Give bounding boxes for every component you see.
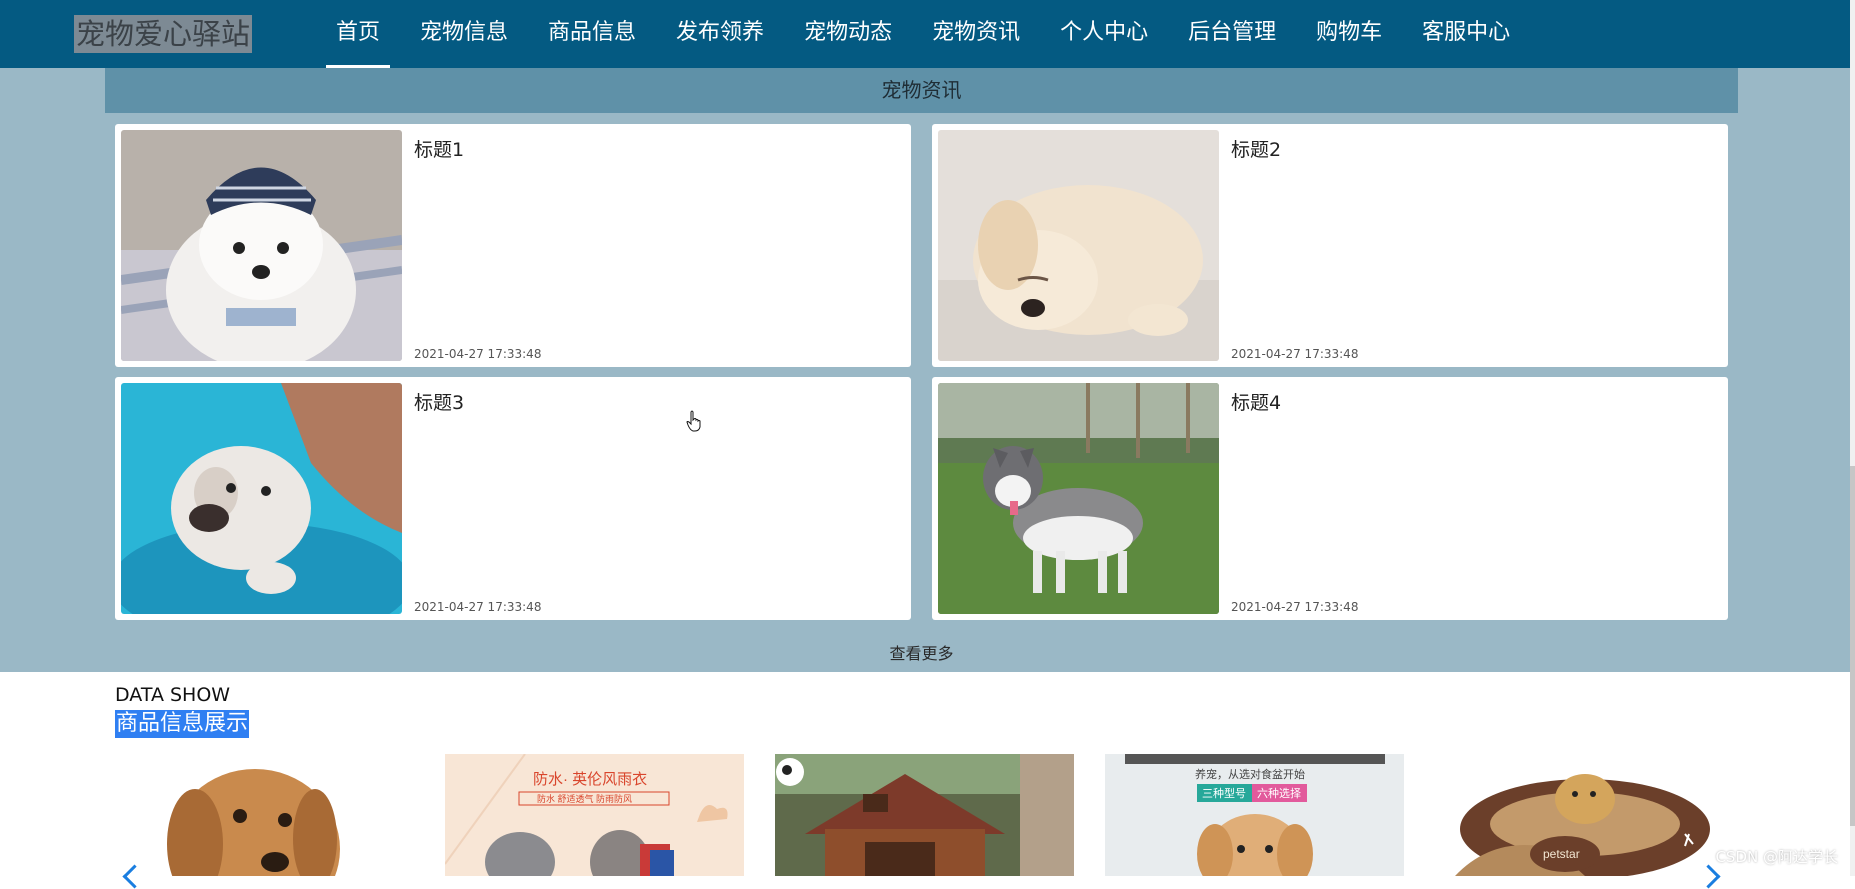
food-ad-tag-2: 六种选择 bbox=[1257, 786, 1301, 800]
site-logo[interactable]: 宠物爱心驿站 bbox=[74, 15, 253, 53]
data-show-heading: DATA SHOW bbox=[115, 684, 231, 706]
news-title[interactable]: 标题3 bbox=[414, 388, 464, 415]
husky-image bbox=[938, 383, 1219, 614]
puppy-in-basin-image bbox=[121, 383, 402, 614]
news-title[interactable]: 标题1 bbox=[414, 135, 464, 162]
news-thumbnail[interactable] bbox=[121, 383, 402, 614]
product-card[interactable]: petstar bbox=[1435, 754, 1735, 876]
news-date: 2021-04-27 17:33:48 bbox=[414, 347, 542, 361]
top-navbar: 宠物爱心驿站 首页 宠物信息 商品信息 发布领养 宠物动态 宠物资讯 个人中心 … bbox=[0, 0, 1855, 68]
product-showcase-heading: 商品信息展示 bbox=[115, 710, 250, 738]
product-card[interactable]: 养宠，从选对食盆开始 三种型号 六种选择 bbox=[1105, 754, 1404, 876]
product-card[interactable] bbox=[115, 754, 414, 876]
nav-item-cart[interactable]: 购物车 bbox=[1306, 0, 1392, 68]
hand-cursor-icon bbox=[686, 410, 701, 432]
nav-item-admin[interactable]: 后台管理 bbox=[1178, 0, 1286, 68]
news-date: 2021-04-27 17:33:48 bbox=[1231, 600, 1359, 614]
news-card[interactable]: 标题2 2021-04-27 17:33:48 bbox=[932, 124, 1728, 367]
news-title[interactable]: 标题2 bbox=[1231, 135, 1281, 162]
section-title: 宠物资讯 bbox=[105, 68, 1738, 113]
nav-item-personal-center[interactable]: 个人中心 bbox=[1050, 0, 1158, 68]
news-date: 2021-04-27 17:33:48 bbox=[1231, 347, 1359, 361]
nav-item-home[interactable]: 首页 bbox=[326, 0, 391, 68]
news-card[interactable]: 标题3 2021-04-27 17:33:48 bbox=[115, 377, 911, 620]
news-thumbnail[interactable] bbox=[121, 130, 402, 361]
nav-item-product-info[interactable]: 商品信息 bbox=[538, 0, 646, 68]
pet-news-section: 宠物资讯 标题1 2021-04-27 17:33:48 标题2 2021-04… bbox=[0, 68, 1850, 672]
news-date: 2021-04-27 17:33:48 bbox=[414, 600, 542, 614]
nav-item-pet-updates[interactable]: 宠物动态 bbox=[794, 0, 902, 68]
nav-item-publish-adoption[interactable]: 发布领养 bbox=[666, 0, 774, 68]
product-card[interactable]: 防水· 英伦风雨衣 防水 舒适透气 防雨防风 bbox=[445, 754, 744, 876]
watermark: CSDN @阿达学长 bbox=[1715, 848, 1838, 866]
news-title[interactable]: 标题4 bbox=[1231, 388, 1281, 415]
news-thumbnail[interactable] bbox=[938, 130, 1219, 361]
raincoat-ad-subtext: 防水 舒适透气 防雨防风 bbox=[537, 793, 632, 804]
product-card[interactable] bbox=[775, 754, 1074, 876]
news-thumbnail[interactable] bbox=[938, 383, 1219, 614]
dog-food-ad-image: 养宠，从选对食盆开始 三种型号 六种选择 bbox=[1105, 754, 1404, 876]
beagle-puppy-image bbox=[115, 754, 414, 876]
scrollbar-thumb[interactable] bbox=[1850, 466, 1855, 826]
main-nav: 首页 宠物信息 商品信息 发布领养 宠物动态 宠物资讯 个人中心 后台管理 购物… bbox=[326, 0, 1540, 68]
dog-raincoat-ad-image: 防水· 英伦风雨衣 防水 舒适透气 防雨防风 bbox=[445, 754, 744, 876]
sleeping-puppy-image bbox=[938, 130, 1219, 361]
nav-item-customer-service[interactable]: 客服中心 bbox=[1412, 0, 1520, 68]
dog-bed-brand-text: petstar bbox=[1543, 847, 1580, 861]
food-ad-text: 养宠，从选对食盆开始 bbox=[1195, 767, 1305, 781]
nav-item-pet-news[interactable]: 宠物资讯 bbox=[922, 0, 1030, 68]
news-card[interactable]: 标题4 2021-04-27 17:33:48 bbox=[932, 377, 1728, 620]
food-ad-tag-1: 三种型号 bbox=[1202, 786, 1246, 800]
dog-bed-image: petstar bbox=[1435, 754, 1735, 876]
news-card[interactable]: 标题1 2021-04-27 17:33:48 bbox=[115, 124, 911, 367]
view-more-link[interactable]: 查看更多 bbox=[0, 640, 1843, 664]
wooden-dog-house-image bbox=[775, 754, 1074, 876]
white-poodle-image bbox=[121, 130, 402, 361]
nav-item-pet-info[interactable]: 宠物信息 bbox=[410, 0, 518, 68]
raincoat-ad-text: 防水· 英伦风雨衣 bbox=[533, 770, 647, 788]
